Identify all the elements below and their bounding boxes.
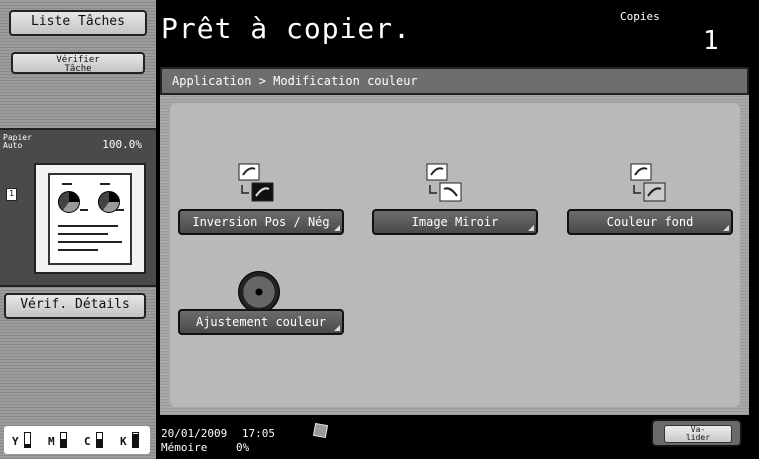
- image-miroir-label: Image Miroir: [411, 215, 499, 229]
- ajustement-couleur-button[interactable]: Ajustement couleur: [178, 309, 344, 335]
- banana-negative-icon: [238, 163, 274, 202]
- liste-taches-label: Liste Tâches: [31, 14, 125, 29]
- banana-mirror-icon: [426, 163, 462, 202]
- time: 17:05: [241, 427, 275, 440]
- copies-label: Copies: [620, 10, 660, 23]
- document-preview[interactable]: [34, 163, 146, 274]
- toner-letter-k: K: [120, 435, 127, 448]
- image-miroir-button[interactable]: Image Miroir: [372, 209, 538, 235]
- function-panel: Inversion Pos / Nég Image Miroir Couleur…: [160, 95, 749, 415]
- verif-details-label: Vérif. Détails: [20, 297, 130, 312]
- toner-letter-y: Y: [12, 435, 19, 448]
- toner-gauge-y: [24, 432, 31, 448]
- date-time: 20/01/2009 17:05: [161, 427, 275, 440]
- valider-label-line2: lider: [685, 433, 711, 442]
- inversion-pos-neg-label: Inversion Pos / Nég: [192, 215, 330, 229]
- function-area: Inversion Pos / Nég Image Miroir Couleur…: [170, 103, 740, 407]
- status-title: Prêt à copier.: [161, 12, 412, 45]
- valider-button[interactable]: Va- lider: [651, 419, 742, 447]
- copies-count: 1: [703, 26, 719, 56]
- date: 20/01/2009: [161, 427, 228, 440]
- valider-label: Va- lider: [664, 425, 732, 443]
- toner-gauge-k: [132, 432, 139, 448]
- color-wheel-icon: [238, 271, 280, 313]
- zoom-ratio: 100.0%: [102, 138, 142, 151]
- pie-chart-icon: [58, 191, 80, 213]
- page-count-icon: 1: [6, 188, 17, 201]
- left-panel: Liste Tâches Vérifier Tâche Papier Auto …: [0, 0, 156, 459]
- memory-value: 0%: [235, 441, 250, 454]
- couleur-fond-label: Couleur fond: [606, 215, 694, 229]
- toner-letter-c: C: [84, 435, 91, 448]
- memory-status: Mémoire 0%: [161, 441, 249, 454]
- toner-gauge-c: [96, 432, 103, 448]
- paper-label-line2: Auto: [3, 141, 23, 150]
- breadcrumb: Application > Modification couleur: [160, 67, 749, 95]
- liste-taches-button[interactable]: Liste Tâches: [9, 10, 147, 36]
- paper-setting-label: Papier Auto: [3, 134, 32, 150]
- verif-details-button[interactable]: Vérif. Détails: [4, 293, 146, 319]
- verifier-tache-label-line2: Tâche: [64, 64, 92, 74]
- couleur-fond-button[interactable]: Couleur fond: [567, 209, 733, 235]
- copier-screen: Liste Tâches Vérifier Tâche Papier Auto …: [0, 0, 759, 459]
- toner-letter-m: M: [48, 435, 55, 448]
- inversion-pos-neg-button[interactable]: Inversion Pos / Nég: [178, 209, 344, 235]
- verifier-tache-button[interactable]: Vérifier Tâche: [11, 52, 145, 74]
- document-thumbnail: [48, 173, 132, 265]
- banana-background-icon: [630, 163, 666, 202]
- ajustement-couleur-label: Ajustement couleur: [195, 315, 327, 329]
- toner-levels: YMCK: [4, 426, 150, 454]
- memory-label: Mémoire: [161, 441, 208, 454]
- toner-gauge-m: [60, 432, 67, 448]
- network-icon: [312, 422, 329, 439]
